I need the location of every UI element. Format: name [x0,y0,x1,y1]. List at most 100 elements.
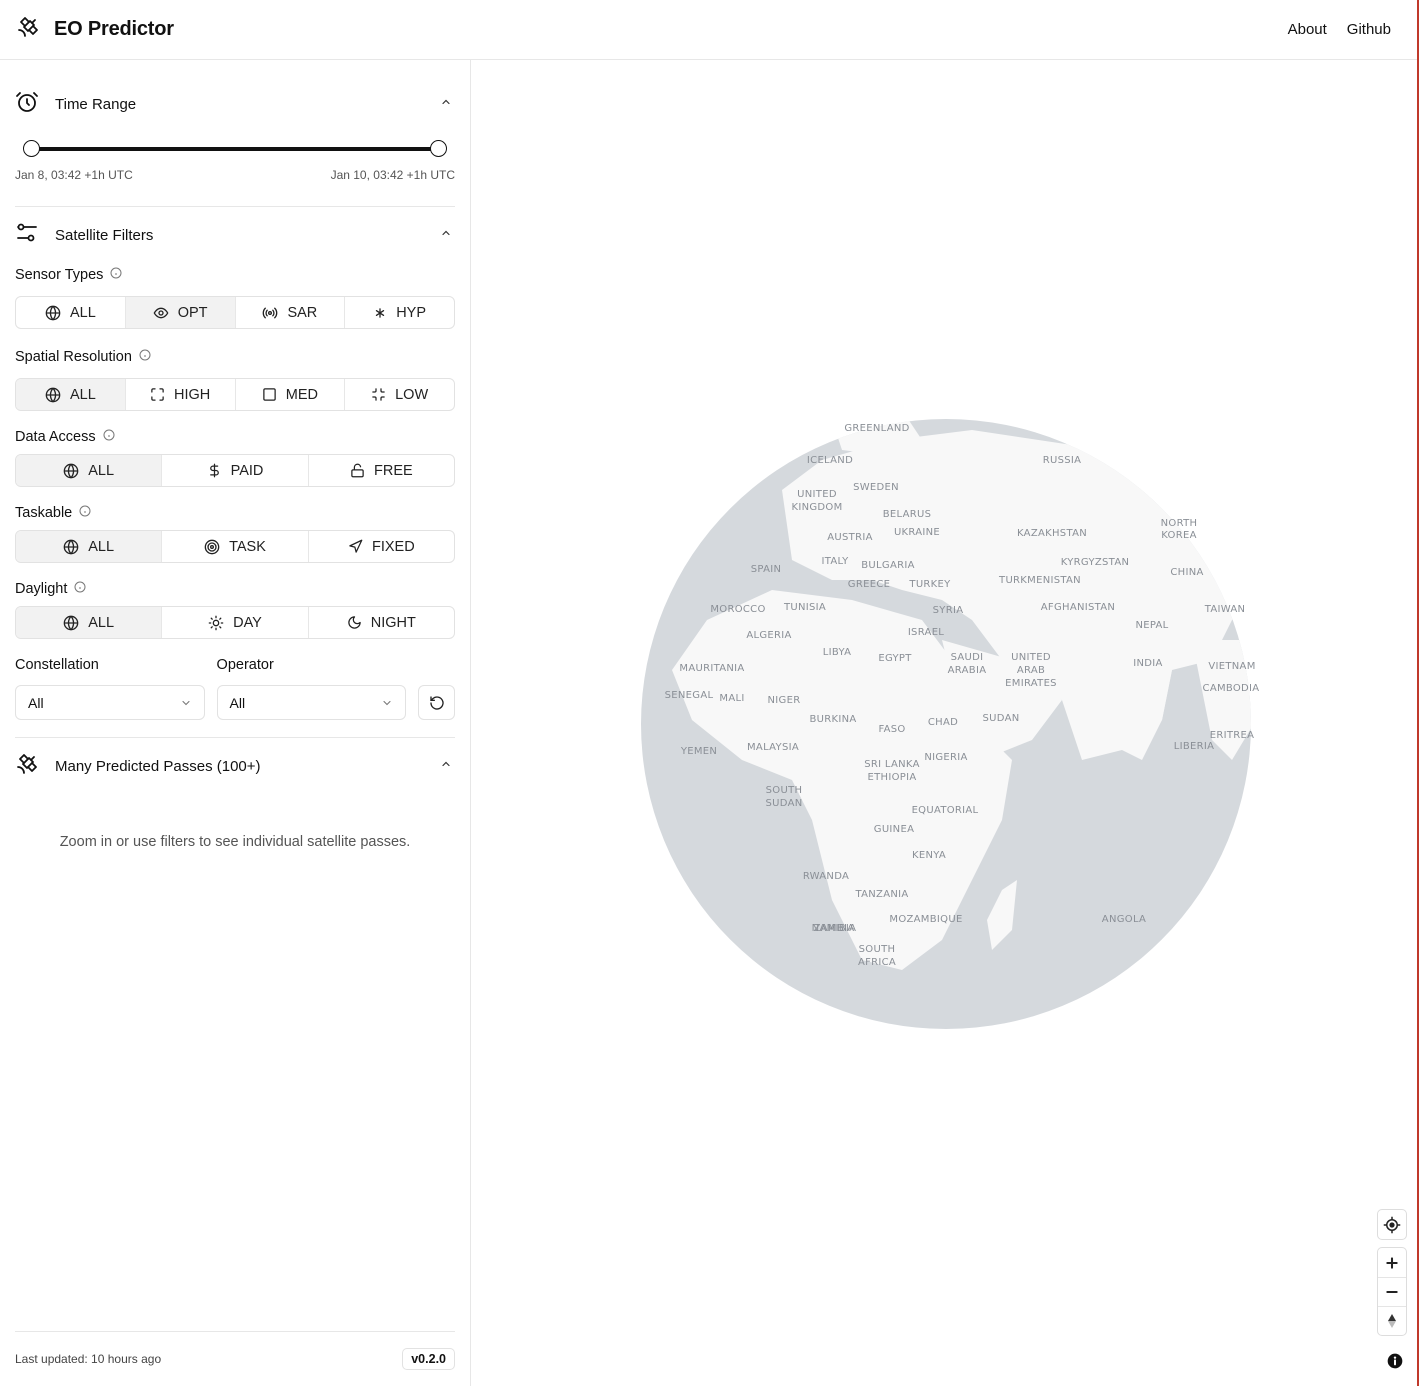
zoom-in-button[interactable] [1378,1248,1406,1277]
access-all-option[interactable]: ALL [16,455,163,486]
compass-button[interactable] [1378,1306,1406,1335]
slider-start-handle[interactable] [23,140,40,157]
about-link[interactable]: About [1288,21,1327,38]
access-paid-option[interactable]: PAID [162,455,309,486]
map-label: TURKEY [908,579,951,590]
info-icon[interactable] [103,429,115,445]
operator-label: Operator [216,657,274,673]
option-label: DAY [233,614,262,631]
map-label: GREENLAND [844,423,909,434]
map-label: EMIRATES [1005,678,1057,689]
option-label: FIXED [371,538,415,555]
map-label: TANZANIA [854,889,908,900]
constellation-label: Constellation [15,657,99,673]
crosshair-icon [1383,1216,1401,1233]
chevron-up-icon[interactable] [440,757,452,775]
zoom-out-button[interactable] [1378,1277,1406,1306]
map-label: AFRICA [858,957,896,968]
info-icon[interactable] [74,581,86,597]
daylight-label: Daylight [15,581,68,597]
map-label: KOREA [1161,530,1197,541]
map-label: UNITED [797,489,837,500]
map-label: ANGOLA [1102,914,1146,925]
daylight-toggle: ALL DAY NIGHT [15,606,455,639]
constellation-field: Constellation All [15,657,205,720]
locate-button[interactable] [1378,1210,1406,1239]
daylight-day-option[interactable]: DAY [162,607,309,638]
time-range-slider[interactable] [15,136,455,162]
map-view[interactable]: GREENLAND ICELAND RUSSIA UNITED KINGDOM SWEDE… [472,60,1417,1386]
data-access-label: Data Access [15,429,96,445]
map-label: MAURITANIA [679,663,744,674]
info-icon[interactable] [110,267,122,283]
app-title: EO Predictor [54,18,174,40]
map-label: ARABIA [948,665,987,676]
map-label: CHINA [1170,567,1203,578]
globe[interactable]: GREENLAND ICELAND RUSSIA UNITED KINGDOM SWEDE… [472,60,1417,1386]
resolution-low-option[interactable]: LOW [345,379,454,410]
option-label: HYP [396,304,427,321]
square-icon [263,388,276,401]
map-label: SAUDI [951,652,984,663]
map-label: BULGARIA [861,560,914,571]
sensor-opt-option[interactable]: OPT [125,297,236,328]
github-link[interactable]: Github [1347,21,1391,38]
operator-select[interactable]: All [216,685,407,720]
navigation-icon [349,539,363,553]
info-icon[interactable] [79,505,91,521]
daylight-label-row: Daylight [15,578,455,600]
map-label: ITALY [822,556,850,567]
map-label: NAMIBIA [812,923,857,934]
map-label: TURKMENISTAN [998,575,1081,586]
slider-end-handle[interactable] [430,140,447,157]
brand[interactable]: EO Predictor [16,15,174,44]
access-free-option[interactable]: FREE [309,455,454,486]
chevron-up-icon[interactable] [440,226,452,244]
taskable-fixed-option[interactable]: FIXED [309,531,454,562]
spatial-resolution-label: Spatial Resolution [15,349,132,365]
chevron-down-icon [383,700,391,705]
map-label: EGYPT [878,653,912,664]
option-label: NIGHT [370,614,416,631]
globe-icon [63,539,79,554]
daylight-all-option[interactable]: ALL [16,607,163,638]
rotate-ccw-icon [429,695,444,710]
daylight-night-option[interactable]: NIGHT [309,607,454,638]
sensor-types-label-row: Sensor Types [15,264,455,286]
time-range-header[interactable]: Time Range [15,84,455,124]
operator-value: All [229,694,246,711]
option-label: ALL [69,386,96,403]
map-label: SOUTH [859,944,896,955]
reset-filters-button[interactable] [418,685,456,720]
map-label: BELARUS [883,509,932,520]
map-label: UNITED [1011,652,1051,663]
sensor-all-option[interactable]: ALL [16,297,126,328]
resolution-high-option[interactable]: HIGH [126,379,236,410]
map-label: MOROCCO [710,604,765,615]
sensor-hyp-option[interactable]: HYP [345,297,454,328]
attribution-info-icon[interactable] [1387,1353,1403,1374]
constellation-value: All [28,694,44,711]
resolution-med-option[interactable]: MED [236,379,346,410]
sidebar-footer: Last updated: 10 hours ago v0.2.0 [15,1331,455,1386]
sensor-sar-option[interactable]: SAR [236,297,346,328]
data-access-label-row: Data Access [15,426,455,448]
last-updated-text: Last updated: 10 hours ago [15,1352,162,1366]
map-label: RWANDA [803,871,849,882]
taskable-all-option[interactable]: ALL [16,531,163,562]
passes-header[interactable]: Many Predicted Passes (100+) [15,746,455,786]
taskable-task-option[interactable]: TASK [162,531,309,562]
sensor-types-toggle: ALL OPT SAR HYP [15,296,455,329]
sun-icon [208,615,224,630]
passes-title: Many Predicted Passes (100+) [55,757,261,775]
globe-icon [45,387,61,402]
map-label: YEMEN [680,746,717,757]
map-label: RUSSIA [1043,455,1082,466]
resolution-all-option[interactable]: ALL [16,379,126,410]
chevron-up-icon[interactable] [440,95,452,113]
info-icon[interactable] [139,349,151,365]
compass-icon [1388,1314,1396,1328]
data-access-toggle: ALL PAID FREE [15,454,455,487]
satellite-filters-header[interactable]: Satellite Filters [15,215,455,255]
constellation-select[interactable]: All [15,685,205,720]
